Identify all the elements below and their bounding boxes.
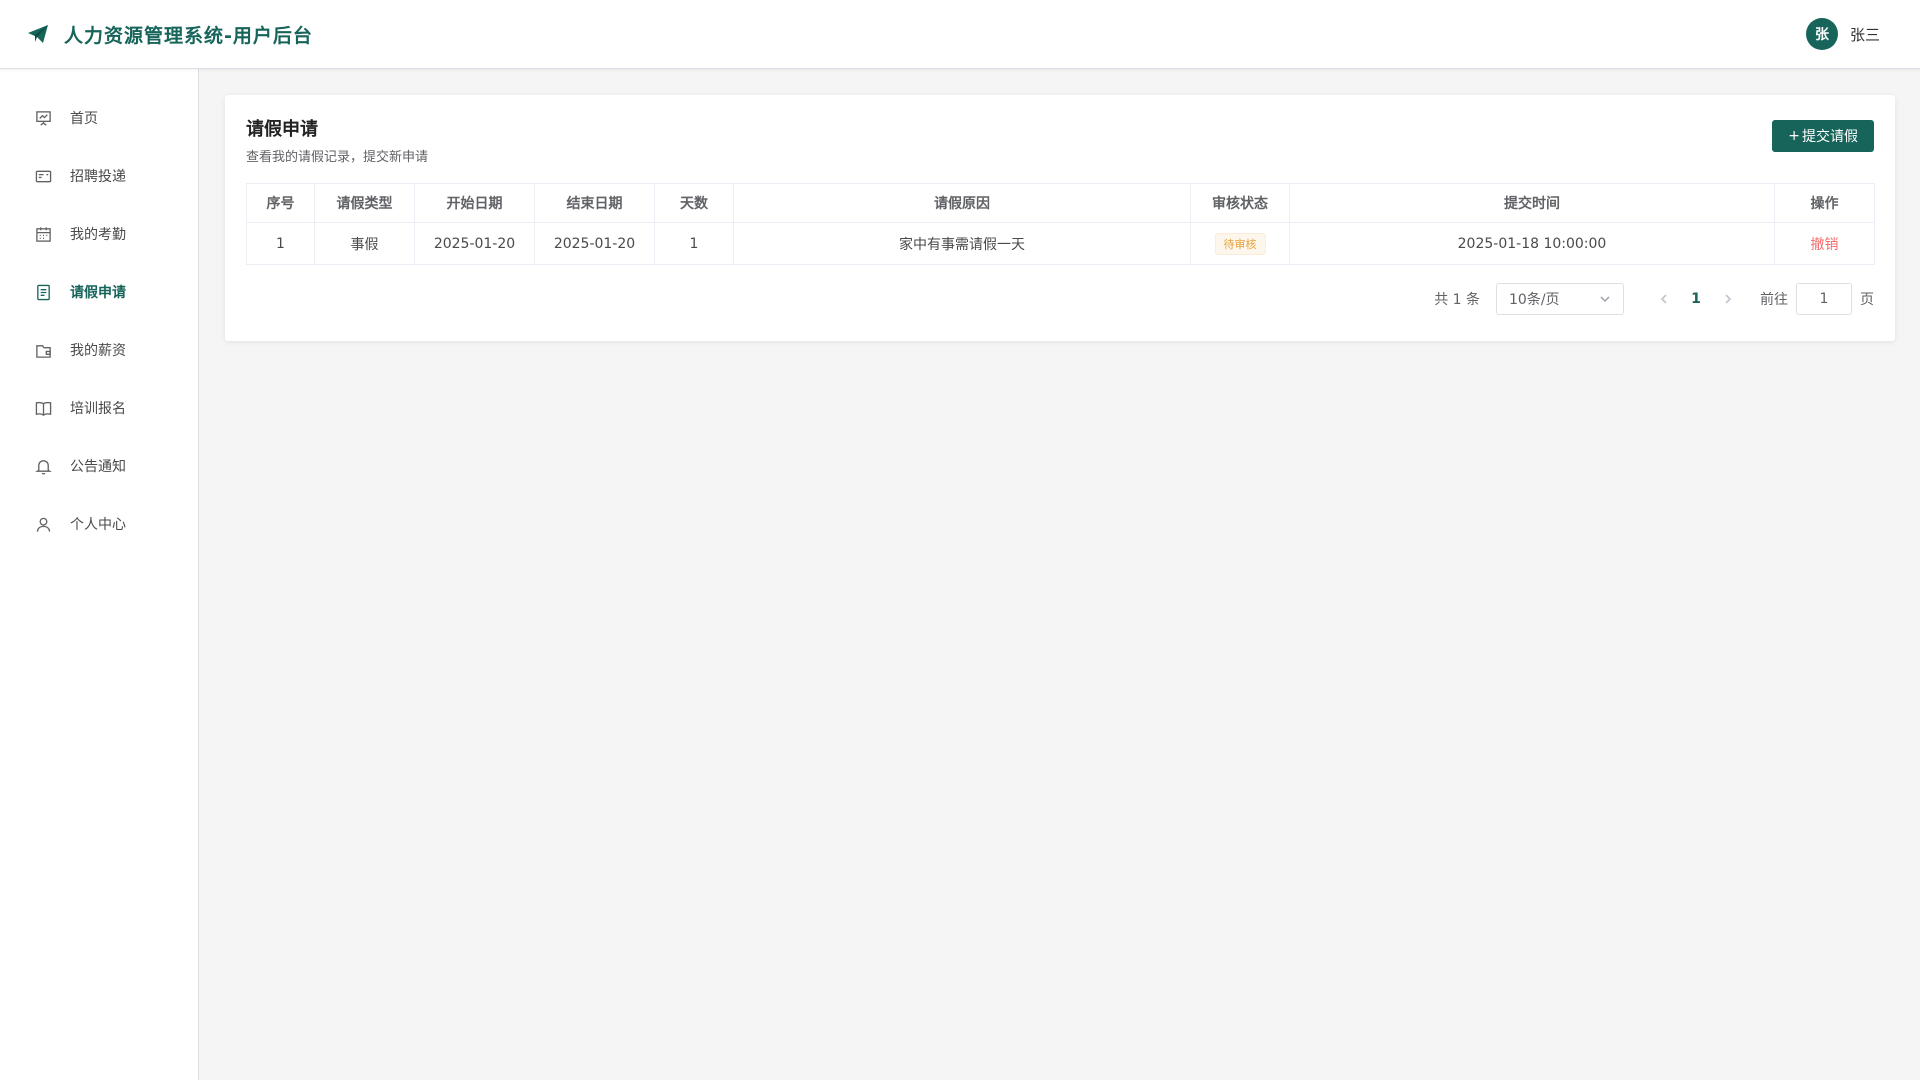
page-title: 请假申请 — [246, 119, 318, 140]
table-row: 1 事假 2025-01-20 2025-01-20 1 家中有事需请假一天 待… — [246, 222, 1875, 265]
top-header: 人力资源管理系统-用户后台 张 张三 — [0, 0, 1920, 69]
wallet-icon — [36, 344, 51, 358]
page-number-current[interactable]: 1 — [1680, 291, 1712, 307]
chevron-right-icon — [1725, 294, 1732, 304]
submit-leave-button[interactable]: + 提交请假 — [1772, 120, 1874, 152]
status-badge: 待审核 — [1214, 232, 1266, 255]
cell-submitted-time: 2025-01-18 10:00:00 — [1289, 222, 1775, 265]
column-header: 序号 — [246, 183, 315, 223]
sidebar-item-leave[interactable]: 请假申请 — [0, 263, 198, 321]
book-icon — [35, 401, 52, 416]
sidebar-item-label: 招聘投递 — [70, 169, 126, 185]
pagination: 共 1 条 10条/页 1 前往 页 — [246, 283, 1874, 315]
app-title: 人力资源管理系统-用户后台 — [64, 24, 313, 47]
leave-card: 请假申请 查看我的请假记录，提交新申请 + 提交请假 序号 请假类型 开始日期 … — [225, 95, 1895, 341]
sidebar-item-profile[interactable]: 个人中心 — [0, 495, 198, 553]
column-header: 天数 — [654, 183, 734, 223]
bell-icon — [35, 459, 52, 474]
chevron-left-icon — [1660, 294, 1667, 304]
sidebar-item-label: 我的薪资 — [70, 343, 126, 359]
sidebar: 首页 招聘投递 我的考勤 请假申请 我的薪资 培训报名 公告通知 个人中心 — [0, 69, 199, 1080]
presentation-chart-icon — [36, 110, 51, 126]
column-header: 审核状态 — [1190, 183, 1290, 223]
pagination-total: 共 1 条 — [1434, 292, 1480, 308]
goto-label: 前往 — [1760, 292, 1788, 308]
brand: 人力资源管理系统-用户后台 — [26, 21, 313, 48]
submit-leave-label: 提交请假 — [1802, 129, 1858, 145]
leave-table: 序号 请假类型 开始日期 结束日期 天数 请假原因 审核状态 提交时间 操作 1… — [246, 183, 1875, 265]
cell-status: 待审核 — [1190, 222, 1290, 265]
card-header: 请假申请 查看我的请假记录，提交新申请 + 提交请假 — [246, 115, 1874, 165]
avatar[interactable]: 张 — [1805, 18, 1838, 50]
id-card-icon — [35, 170, 52, 182]
calendar-icon — [36, 226, 51, 242]
page-unit-label: 页 — [1860, 292, 1874, 308]
username[interactable]: 张三 — [1850, 24, 1880, 45]
sidebar-item-recruitment[interactable]: 招聘投递 — [0, 147, 198, 205]
page-size-select[interactable]: 10条/页 — [1496, 283, 1624, 315]
sidebar-item-label: 培训报名 — [70, 401, 126, 417]
sidebar-item-attendance[interactable]: 我的考勤 — [0, 205, 198, 263]
cell-start-date: 2025-01-20 — [414, 222, 535, 265]
chevron-down-icon — [1600, 296, 1610, 303]
column-header: 开始日期 — [414, 183, 535, 223]
sidebar-item-label: 请假申请 — [70, 285, 126, 301]
goto-page-input[interactable] — [1796, 283, 1852, 315]
next-page-button[interactable] — [1712, 283, 1744, 315]
sidebar-item-label: 首页 — [70, 111, 98, 127]
column-header: 提交时间 — [1289, 183, 1775, 223]
sidebar-item-label: 我的考勤 — [70, 227, 126, 243]
revoke-link[interactable]: 撤销 — [1811, 237, 1839, 253]
user-menu[interactable]: 张 张三 — [1805, 18, 1880, 50]
paper-plane-icon — [28, 25, 48, 43]
column-header: 操作 — [1774, 183, 1875, 223]
user-icon — [36, 517, 51, 532]
cell-reason: 家中有事需请假一天 — [733, 222, 1191, 265]
sidebar-item-label: 个人中心 — [70, 517, 126, 533]
column-header: 结束日期 — [534, 183, 655, 223]
page-jumper: 前往 页 — [1760, 283, 1874, 315]
table-header-row: 序号 请假类型 开始日期 结束日期 天数 请假原因 审核状态 提交时间 操作 — [246, 183, 1875, 223]
sidebar-item-training[interactable]: 培训报名 — [0, 379, 198, 437]
cell-days: 1 — [654, 222, 734, 265]
cell-end-date: 2025-01-20 — [534, 222, 655, 265]
sidebar-item-home[interactable]: 首页 — [0, 89, 198, 147]
cell-index: 1 — [246, 222, 315, 265]
cell-action: 撤销 — [1774, 222, 1875, 265]
plus-icon: + — [1788, 128, 1800, 144]
column-header: 请假类型 — [314, 183, 415, 223]
main-content: 请假申请 查看我的请假记录，提交新申请 + 提交请假 序号 请假类型 开始日期 … — [225, 95, 1895, 341]
prev-page-button[interactable] — [1648, 283, 1680, 315]
page-size-value: 10条/页 — [1509, 292, 1560, 308]
page-subtitle: 查看我的请假记录，提交新申请 — [246, 150, 429, 165]
document-icon — [37, 284, 50, 300]
cell-type: 事假 — [314, 222, 415, 265]
column-header: 请假原因 — [733, 183, 1191, 223]
sidebar-item-label: 公告通知 — [70, 459, 126, 475]
sidebar-item-salary[interactable]: 我的薪资 — [0, 321, 198, 379]
sidebar-item-notices[interactable]: 公告通知 — [0, 437, 198, 495]
